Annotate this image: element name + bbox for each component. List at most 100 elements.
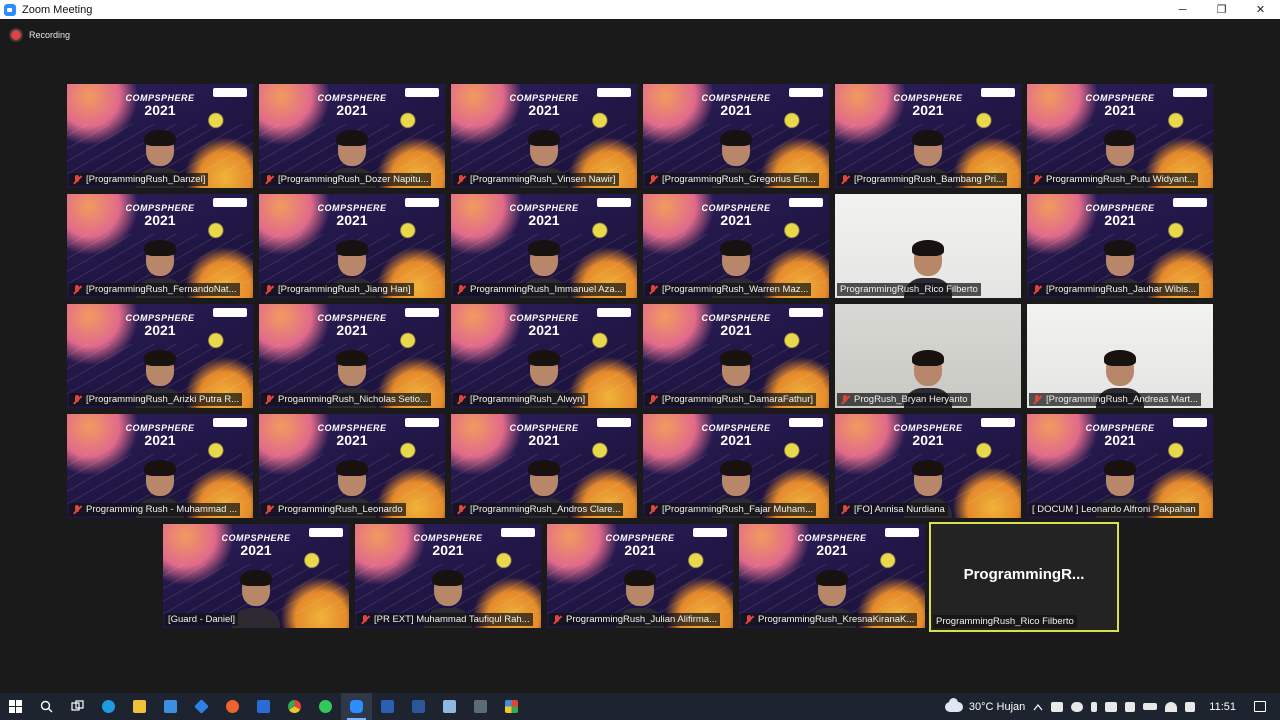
recording-indicator[interactable]: Recording (11, 30, 70, 40)
participant-tile[interactable]: COMPSPHERE 2021 [ProgrammingRush_Dozer Nap… (259, 84, 445, 188)
participant-name-tag: [ProgrammingRush_Gregorius Em... (645, 173, 819, 186)
participant-tile[interactable]: COMPSPHERE 2021 [ DOCUM ] Leonardo Alfroni… (1027, 414, 1213, 518)
participant-tile[interactable]: COMPSPHERE 2021 [ProgrammingRush_Andros Cl… (451, 414, 637, 518)
mic-muted-icon (1032, 174, 1042, 185)
active-speaker-tile[interactable]: ProgrammingR... ProgrammingRush_Rico Filb… (929, 522, 1119, 632)
task-view-icon[interactable] (62, 693, 93, 720)
event-year: 2021 (912, 432, 944, 448)
dropbox-icon[interactable] (186, 693, 217, 720)
system-tray: 30°C Hujan 11:51 (941, 693, 1280, 720)
meeting-gallery-view: Recording COMPSPHERE 2021 [ProgrammingRush… (0, 19, 1280, 693)
participant-tile[interactable]: COMPSPHERE 2021 ProgrammingRush_Immanuel A… (451, 194, 637, 298)
display-icon[interactable] (1105, 701, 1118, 712)
participant-name-tag: [ProgrammingRush_Alwyn] (453, 393, 589, 406)
sponsor-badge (885, 528, 919, 537)
network-icon[interactable] (1125, 701, 1136, 712)
weather-widget[interactable]: 30°C Hujan (944, 697, 1025, 713)
notification-icon[interactable] (1254, 701, 1266, 712)
participant-name-tag: ProgammingRush_Nicholas Setio... (261, 393, 431, 406)
mic-muted-icon (264, 394, 274, 405)
participant-name-tag: [PR EXT] Muhammad Taufiqul Rah... (357, 613, 533, 626)
participant-tile[interactable]: COMPSPHERE 2021 ProgrammingRush_Putu Widya… (1027, 84, 1213, 188)
participant-tile[interactable]: COMPSPHERE 2021 [ProgrammingRush_Danzel] (67, 84, 253, 188)
event-year: 2021 (720, 432, 752, 448)
participant-name-tag: [ProgrammingRush_Bambang Pri... (837, 173, 1007, 186)
participant-name-tag: ProgRush_Bryan Heryanto (837, 393, 971, 406)
event-logo: COMPSPHERE 2021 (115, 313, 205, 338)
window-titlebar: Zoom Meeting ─ ❐ ✕ (0, 0, 1280, 19)
participant-tile[interactable]: COMPSPHERE 2021 Programming Rush - Muhamma… (67, 414, 253, 518)
participant-tile[interactable]: COMPSPHERE 2021 [ProgrammingRush_DamaraFat… (643, 304, 829, 408)
whatsapp-icon[interactable] (310, 693, 341, 720)
firefox-icon[interactable] (217, 693, 248, 720)
participant-tile[interactable]: COMPSPHERE 2021 [PR EXT] Muhammad Taufiqul… (355, 524, 541, 628)
event-logo: COMPSPHERE 2021 (403, 533, 493, 558)
mail-icon[interactable] (155, 693, 186, 720)
event-year: 2021 (144, 102, 176, 118)
event-year: 2021 (1104, 432, 1136, 448)
edge-icon[interactable] (93, 693, 124, 720)
minimize-button[interactable]: ─ (1163, 0, 1202, 19)
sponsor-badge (789, 308, 823, 317)
participant-name: ProgRush_Bryan Heryanto (854, 394, 968, 405)
participant-tile[interactable]: COMPSPHERE 2021 [ProgrammingRush_Vinsen Na… (451, 84, 637, 188)
close-button[interactable]: ✕ (1241, 0, 1280, 19)
battery-icon[interactable] (1143, 703, 1158, 710)
participant-name: [ProgrammingRush_Alwyn] (470, 394, 586, 405)
participant-name: ProgrammingRush_Julian Alifirma... (566, 614, 718, 625)
maximize-button[interactable]: ❐ (1202, 0, 1241, 19)
code-icon[interactable] (372, 693, 403, 720)
event-year: 2021 (1104, 212, 1136, 228)
participant-name-tag: [FO] Annisa Nurdiana (837, 503, 948, 516)
clock[interactable]: 11:51 (1209, 701, 1236, 713)
calculator-icon[interactable] (465, 693, 496, 720)
participant-tile[interactable]: COMPSPHERE 2021 [ProgrammingRush_Alwyn] (451, 304, 637, 408)
participant-tile[interactable]: COMPSPHERE 2021 ProgammingRush_Nicholas Se… (259, 304, 445, 408)
participant-tile[interactable]: [ProgrammingRush_Andreas Mart... (1027, 304, 1213, 408)
participant-tile[interactable]: COMPSPHERE 2021 ProgrammingRush_KresnaKira… (739, 524, 925, 628)
file-explorer-icon[interactable] (124, 693, 155, 720)
participant-name-tag: [ProgrammingRush_Danzel] (69, 173, 209, 186)
event-year: 2021 (336, 102, 368, 118)
sponsor-badge (1173, 88, 1207, 97)
mic-muted-icon (1032, 394, 1042, 405)
participant-tile[interactable]: COMPSPHERE 2021 [ProgrammingRush_Bambang P… (835, 84, 1021, 188)
zoom-icon[interactable] (341, 693, 372, 720)
participant-tile[interactable]: COMPSPHERE 2021 [ProgrammingRush_Jauhar Wi… (1027, 194, 1213, 298)
participant-tile[interactable]: COMPSPHERE 2021 [ProgrammingRush_Warren Ma… (643, 194, 829, 298)
volume-icon[interactable] (1185, 701, 1196, 712)
participant-name: ProgrammingRush_Rico Filberto (936, 616, 1074, 627)
mic-muted-icon (456, 504, 466, 515)
mic-muted-icon (840, 174, 850, 185)
event-year: 2021 (528, 432, 560, 448)
chrome-icon[interactable] (279, 693, 310, 720)
participant-tile[interactable]: COMPSPHERE 2021 [Guard - Daniel] (163, 524, 349, 628)
tray-app-icon[interactable] (1051, 701, 1064, 712)
event-logo: COMPSPHERE 2021 (1075, 203, 1165, 228)
onedrive-icon[interactable] (1071, 701, 1084, 712)
windows-start-icon[interactable] (0, 693, 31, 720)
chevron-up-icon[interactable] (1033, 703, 1043, 711)
participant-name: [ProgrammingRush_Vinsen Nawir] (470, 174, 616, 185)
participant-tile[interactable]: COMPSPHERE 2021 [ProgrammingRush_Jiang Han… (259, 194, 445, 298)
search-icon[interactable] (31, 693, 62, 720)
participant-tile[interactable]: COMPSPHERE 2021 [ProgrammingRush_Gregorius… (643, 84, 829, 188)
app-icon[interactable] (248, 693, 279, 720)
participant-tile[interactable]: ProgrammingRush_Rico Filberto (835, 194, 1021, 298)
participant-tile[interactable]: COMPSPHERE 2021 [FO] Annisa Nurdiana (835, 414, 1021, 518)
participant-tile[interactable]: COMPSPHERE 2021 ProgrammingRush_Leonardo (259, 414, 445, 518)
event-logo: COMPSPHERE 2021 (499, 203, 589, 228)
participant-tile[interactable]: COMPSPHERE 2021 [ProgrammingRush_FernandoN… (67, 194, 253, 298)
sponsor-badge (501, 528, 535, 537)
wifi-icon[interactable] (1165, 701, 1178, 712)
participant-name-tag: ProgrammingRush_Rico Filberto (837, 283, 981, 296)
participant-tile[interactable]: COMPSPHERE 2021 [ProgrammingRush_Arizki Pu… (67, 304, 253, 408)
word-icon[interactable] (403, 693, 434, 720)
microphone-icon[interactable] (1091, 701, 1098, 712)
participant-tile[interactable]: ProgRush_Bryan Heryanto (835, 304, 1021, 408)
notepad-icon[interactable] (434, 693, 465, 720)
paint-icon[interactable] (496, 693, 527, 720)
event-year: 2021 (912, 102, 944, 118)
participant-tile[interactable]: COMPSPHERE 2021 [ProgrammingRush_Fajar Muh… (643, 414, 829, 518)
participant-tile[interactable]: COMPSPHERE 2021 ProgrammingRush_Julian Ali… (547, 524, 733, 628)
